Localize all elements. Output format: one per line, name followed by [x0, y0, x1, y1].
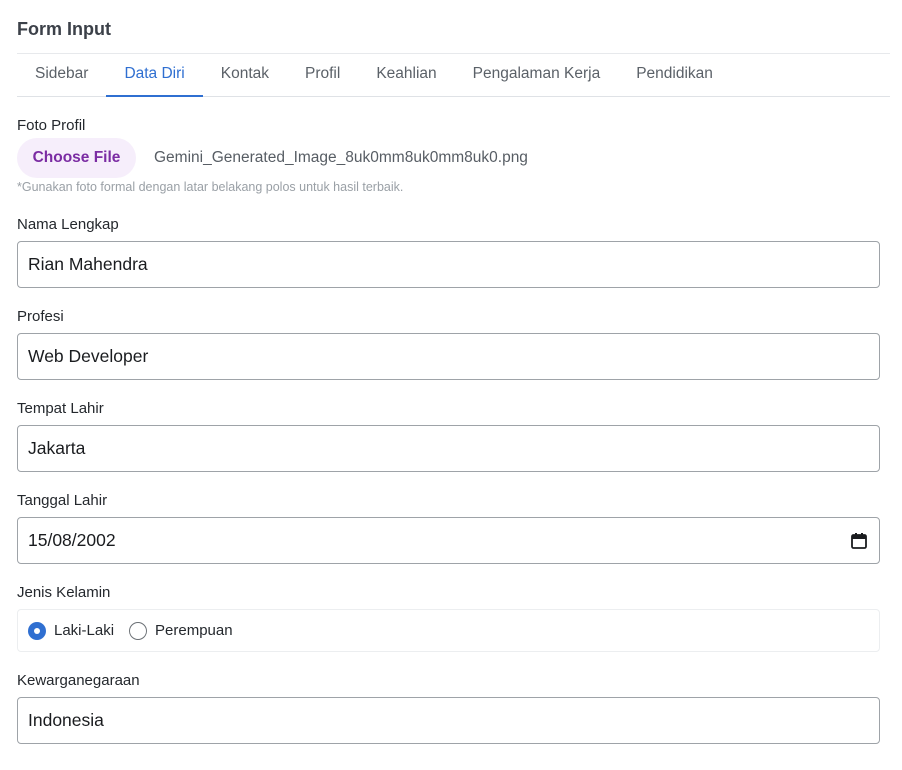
tab-sidebar[interactable]: Sidebar	[17, 54, 106, 96]
tab-data-diri[interactable]: Data Diri	[106, 54, 204, 97]
radio-checked-icon[interactable]	[28, 621, 46, 640]
photo-label: Foto Profil	[17, 117, 86, 134]
tab-bar: Sidebar Data Diri Kontak Profil Keahlian…	[17, 54, 890, 97]
nama-lengkap-label: Nama Lengkap	[17, 216, 119, 233]
gender-radio-group: Laki-Laki Perempuan	[17, 609, 880, 652]
gender-option-label: Laki-Laki	[54, 622, 115, 639]
profesi-value: Web Developer	[28, 346, 149, 366]
photo-file-input: Choose File Gemini_Generated_Image_8uk0m…	[17, 138, 528, 178]
kewarganegaraan-input[interactable]: Indonesia	[17, 697, 880, 744]
profesi-input[interactable]: Web Developer	[17, 333, 880, 380]
tanggal-lahir-label: Tanggal Lahir	[17, 492, 108, 509]
tempat-lahir-input[interactable]: Jakarta	[17, 425, 880, 472]
radio-unchecked-icon[interactable]	[129, 621, 148, 640]
tanggal-lahir-value: 15/08/2002	[28, 530, 116, 550]
nama-lengkap-input[interactable]: Rian Mahendra	[17, 241, 880, 288]
tab-kontak[interactable]: Kontak	[203, 54, 287, 96]
profesi-label: Profesi	[17, 308, 64, 325]
nama-lengkap-value: Rian Mahendra	[28, 254, 148, 274]
jenis-kelamin-label: Jenis Kelamin	[17, 584, 111, 601]
gender-option-perempuan[interactable]: Perempuan	[129, 621, 233, 640]
page-title: Form Input	[17, 19, 111, 39]
kewarganegaraan-value: Indonesia	[28, 710, 104, 730]
selected-file-name: Gemini_Generated_Image_8uk0mm8uk0mm8uk0.…	[154, 149, 528, 166]
tab-pengalaman-kerja[interactable]: Pengalaman Kerja	[455, 54, 619, 96]
choose-file-button[interactable]: Choose File	[17, 138, 136, 178]
gender-option-label: Perempuan	[155, 622, 233, 639]
tempat-lahir-label: Tempat Lahir	[17, 400, 104, 417]
photo-hint: *Gunakan foto formal dengan latar belaka…	[17, 180, 404, 194]
calendar-icon[interactable]	[849, 531, 869, 551]
tempat-lahir-value: Jakarta	[28, 438, 86, 458]
tab-keahlian[interactable]: Keahlian	[358, 54, 454, 96]
kewarganegaraan-label: Kewarganegaraan	[17, 672, 140, 689]
tab-pendidikan[interactable]: Pendidikan	[618, 54, 731, 96]
gender-option-laki-laki[interactable]: Laki-Laki	[28, 621, 115, 640]
tab-profil[interactable]: Profil	[287, 54, 358, 96]
tanggal-lahir-input[interactable]: 15/08/2002	[17, 517, 880, 564]
